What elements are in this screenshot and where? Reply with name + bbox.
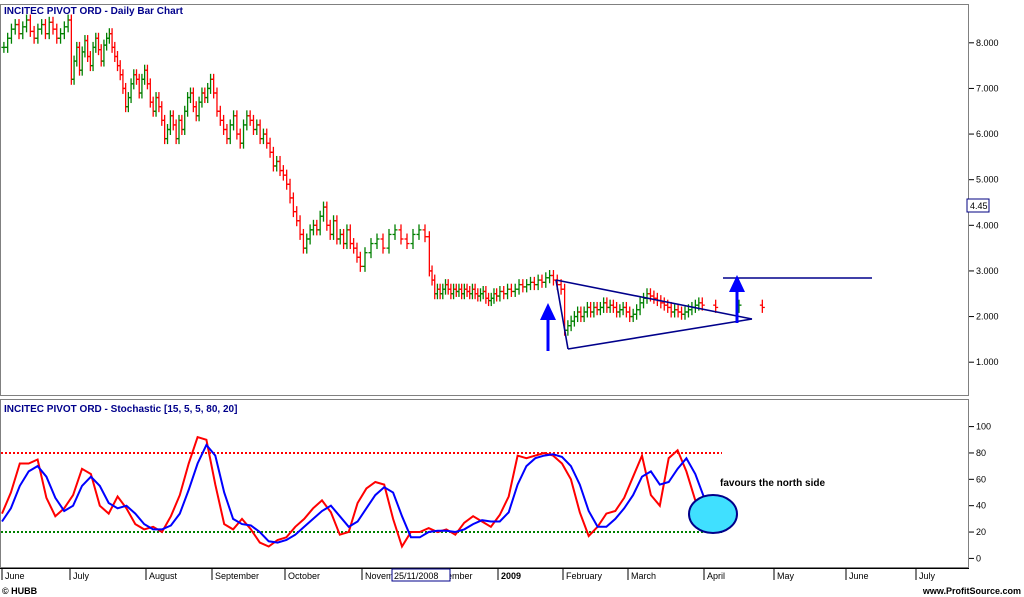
x-tick-label: August [149,571,178,581]
y-tick-label: 6.000 [976,129,999,139]
last-price-label: 4.45 [970,201,988,211]
x-tick-label: March [631,571,656,581]
x-tick-label: July [73,571,90,581]
y-tick-label: 80 [976,448,986,458]
x-tick-label: June [5,571,25,581]
x-tick-label: July [919,571,936,581]
stochastic-annotation: favours the north side [720,478,825,489]
chart-root: INCITEC PIVOT ORD - Daily Bar Chart INCI… [0,4,1021,596]
footer-copyright: © HUBB [2,586,38,596]
y-tick-label: 8.000 [976,38,999,48]
x-tick-label: May [777,571,795,581]
x-tick-label: June [849,571,869,581]
y-tick-label: 100 [976,422,991,432]
oscillator-y-axis: 100 80 60 40 20 0 [969,422,991,563]
y-tick-label: 40 [976,501,986,511]
y-tick-label: 2.000 [976,312,999,322]
highlight-circle [688,494,738,534]
x-tick-label: February [566,571,603,581]
y-tick-label: 4.000 [976,220,999,230]
cursor-date-label: 25/11/2008 [394,571,438,581]
footer-website: www.ProfitSource.com [922,586,1021,596]
y-tick-label: 7.000 [976,83,999,93]
x-tick-label: September [215,571,259,581]
oscillator-title: INCITEC PIVOT ORD - Stochastic [15, 5, 5… [4,404,237,415]
cursor-date: 25/11/2008 [391,568,451,582]
x-tick-label: April [707,571,725,581]
x-axis: June July August September October November De… [1,568,936,581]
y-tick-label: 60 [976,474,986,484]
y-tick-label: 3.000 [976,266,999,276]
y-tick-label: 0 [976,553,981,563]
y-tick-label: 5.000 [976,175,999,185]
x-tick-label: 2009 [501,571,521,581]
x-tick-label: October [288,571,320,581]
price-panel-frame [0,4,969,396]
y-tick-label: 1.000 [976,357,999,367]
y-tick-label: 20 [976,527,986,537]
last-price-marker: 4.45 [966,198,990,213]
